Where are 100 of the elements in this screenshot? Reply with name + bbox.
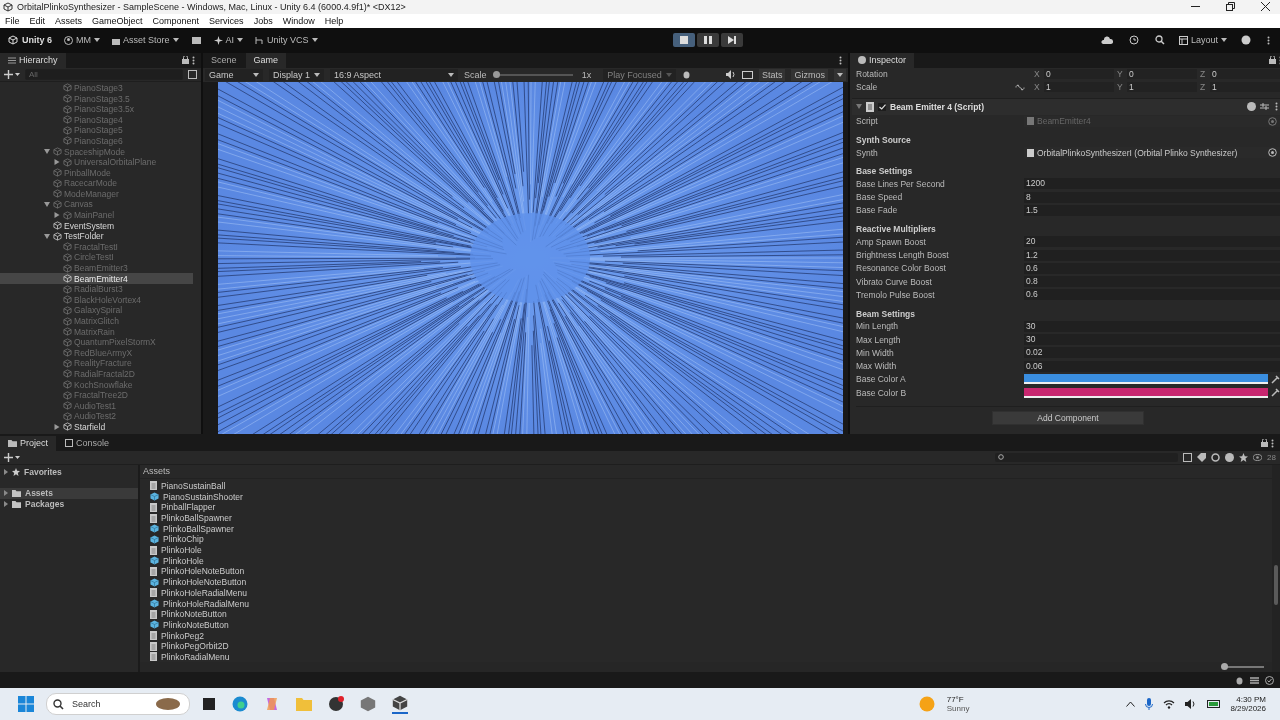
vcs-dropdown[interactable]: Unity VCS — [255, 35, 318, 46]
store-icon[interactable] — [190, 35, 202, 45]
hidden-count[interactable]: 28 — [1267, 452, 1276, 462]
scale-slider[interactable] — [495, 73, 573, 76]
keyboard-icon[interactable] — [741, 70, 753, 79]
number-field[interactable]: 1200 — [1024, 178, 1280, 190]
lock-icon[interactable] — [182, 56, 189, 65]
number-field[interactable]: 0.6 — [1024, 289, 1280, 301]
project-tree-item[interactable]: Packages — [0, 498, 138, 510]
search-field[interactable] — [995, 452, 1179, 462]
wifi-icon[interactable] — [1163, 699, 1176, 710]
add-menu-icon[interactable] — [4, 69, 20, 79]
view-tab[interactable]: Scene — [203, 52, 245, 68]
asset-item[interactable]: PianoSustainBall — [150, 480, 1272, 492]
breadcrumb[interactable]: Assets — [140, 464, 1272, 479]
number-field[interactable]: 0.06 — [1024, 360, 1280, 372]
color-field[interactable] — [1024, 387, 1268, 398]
unity-app-icon[interactable] — [392, 694, 408, 714]
asset-item[interactable]: PlinkoNoteButton — [150, 619, 1272, 631]
search-field[interactable]: Search — [46, 693, 190, 716]
number-field[interactable]: 1.2 — [1024, 249, 1280, 261]
eye-icon[interactable] — [1253, 453, 1263, 461]
menu-item[interactable]: Services — [209, 15, 244, 26]
project-tree-item[interactable]: Favorites — [0, 466, 138, 478]
object-field[interactable]: OrbitalPlinkoSynthesizerI (Orbital Plinko Synthesizer) — [1024, 147, 1280, 159]
link-icon[interactable] — [1015, 83, 1025, 91]
number-field[interactable]: 0 — [1044, 69, 1114, 80]
layout-dropdown[interactable]: Layout — [1179, 35, 1227, 46]
pause-button[interactable] — [697, 33, 720, 48]
menu-item[interactable]: Help — [324, 15, 344, 26]
color-field[interactable] — [1024, 374, 1268, 385]
collapsed-arrow-icon[interactable] — [4, 469, 8, 476]
asset-item[interactable]: PianoSustainShooter — [150, 491, 1272, 502]
more-icon[interactable] — [192, 55, 195, 65]
cube-app-icon[interactable] — [360, 696, 376, 713]
add-component-button[interactable]: Add Component — [992, 411, 1144, 426]
eyedropper-icon[interactable] — [1271, 388, 1280, 398]
menu-item[interactable]: Assets — [55, 15, 83, 26]
project-tree-item[interactable]: Assets — [0, 487, 138, 499]
number-field[interactable]: 1 — [1127, 82, 1197, 93]
asset-item[interactable]: PlinkoBallSpawner — [150, 512, 1272, 524]
expanded-arrow-icon[interactable] — [43, 149, 50, 154]
stats-button[interactable]: Stats — [758, 68, 786, 81]
number-field[interactable]: 1.5 — [1024, 204, 1280, 216]
more-icon[interactable] — [1267, 35, 1270, 45]
step-button[interactable] — [721, 33, 744, 48]
number-field[interactable]: 30 — [1024, 334, 1280, 346]
menu-item[interactable]: Jobs — [253, 15, 273, 26]
more-icon[interactable] — [1271, 438, 1274, 448]
asset-item[interactable]: PlinkoHoleRadialMenu — [150, 587, 1272, 599]
more-icon[interactable] — [1275, 102, 1278, 112]
more-icon[interactable] — [839, 55, 842, 65]
slider-thumb[interactable] — [1221, 663, 1228, 671]
asset-item[interactable]: PlinkoNoteButton — [150, 608, 1272, 620]
collapsed-arrow-icon[interactable] — [53, 159, 60, 166]
number-field[interactable]: 1 — [1210, 82, 1280, 93]
enabled-checkbox[interactable] — [878, 102, 886, 111]
filter-icon[interactable] — [1183, 452, 1193, 462]
lock-icon[interactable] — [1269, 56, 1276, 65]
search-icon[interactable] — [1155, 35, 1165, 46]
number-field[interactable]: 0.6 — [1024, 262, 1280, 274]
windows-logo-icon[interactable] — [18, 696, 34, 713]
speaker-icon[interactable] — [1185, 699, 1198, 710]
asset-item[interactable]: PlinkoChip — [150, 534, 1272, 545]
gizmos-button[interactable]: Gizmos — [791, 68, 828, 81]
icon-size-slider[interactable] — [1224, 666, 1264, 669]
menu-item[interactable]: Component — [152, 15, 200, 26]
expanded-arrow-icon[interactable] — [43, 201, 50, 207]
asset-item[interactable]: PlinkoPeg2 — [150, 630, 1272, 641]
panel-tab[interactable]: Console — [57, 435, 118, 451]
hierarchy-item[interactable]: BeamEmitter4 — [0, 273, 193, 284]
view-mode-dropdown[interactable]: Game — [205, 68, 263, 81]
asset-item[interactable]: PlinkoHole — [150, 555, 1272, 567]
cloud-icon[interactable] — [1101, 36, 1113, 45]
slider-thumb[interactable] — [492, 70, 500, 78]
expanded-arrow-icon[interactable] — [856, 104, 862, 110]
preset-icon[interactable] — [1260, 102, 1269, 112]
panel-tab[interactable]: Project — [0, 435, 56, 451]
browser-icon[interactable] — [232, 696, 248, 713]
asset-item[interactable]: PlinkoHoleNoteButton — [150, 576, 1272, 588]
menu-item[interactable]: GameObject — [92, 15, 143, 26]
maximize-icon[interactable] — [1226, 2, 1235, 12]
number-field[interactable]: 20 — [1024, 236, 1280, 248]
asset-item[interactable]: PlinkoRadialMenu — [150, 651, 1272, 663]
microphone-icon[interactable] — [1145, 698, 1154, 711]
app-icon[interactable] — [328, 696, 344, 713]
hierarchy-item[interactable]: Starfield — [0, 421, 193, 433]
asset-item[interactable]: PlinkoHole — [150, 544, 1272, 556]
number-field[interactable]: 0 — [1210, 69, 1280, 80]
hierarchy-item[interactable]: TestFolder — [0, 230, 193, 242]
speaker-icon[interactable] — [725, 70, 736, 80]
number-field[interactable]: 0 — [1127, 69, 1197, 80]
gizmos-menu-button[interactable] — [834, 68, 846, 81]
aspect-dropdown[interactable]: 16:9 Aspect — [330, 68, 458, 81]
check-circle-icon[interactable] — [1265, 675, 1274, 685]
scrollbar[interactable] — [1272, 464, 1280, 673]
lock-icon[interactable] — [1261, 439, 1268, 448]
asset-item[interactable]: PlinkoBallSpawner — [150, 523, 1272, 535]
hierarchy-item[interactable]: EventSystem — [0, 220, 193, 231]
battery-icon[interactable] — [1207, 700, 1222, 709]
